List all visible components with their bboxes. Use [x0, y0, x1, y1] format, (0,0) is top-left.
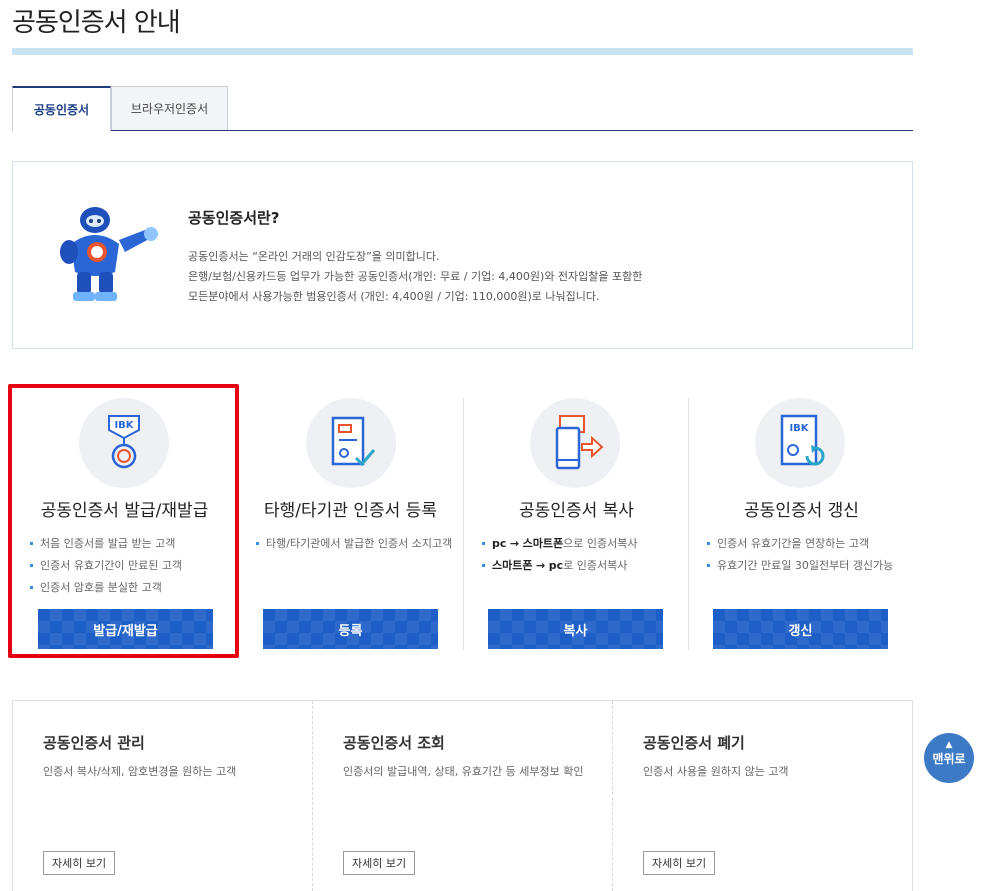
card-title: 타행/타기관 인증서 등록: [264, 501, 437, 521]
manage-detail-button[interactable]: 자세히 보기: [43, 851, 116, 875]
list-item: 인증서 유효기간이 만료된 고객: [30, 559, 230, 573]
service-desc: 인증서의 발급내역, 상태, 유효기간 등 세부정보 확인: [343, 765, 584, 778]
service-title: 공동인증서 조회: [343, 734, 445, 752]
service-inquiry: 공동인증서 조회 인증서의 발급내역, 상태, 유효기간 등 세부정보 확인 자…: [312, 701, 612, 891]
intro-title: 공동인증서란?: [188, 209, 280, 227]
service-title: 공동인증서 폐기: [643, 734, 745, 752]
card-list: pc → 스마트폰으로 인증서복사 스마트폰 → pc로 인증서복사: [482, 537, 682, 581]
inquiry-detail-button[interactable]: 자세히 보기: [343, 851, 416, 875]
card-list: 처음 인증서를 발급 받는 고객 인증서 유효기간이 만료된 고객 인증서 암호…: [30, 537, 230, 603]
intro-line: 공동인증서는 “온라인 거래의 인감도장”을 의미합니다.: [188, 250, 440, 263]
service-manage: 공동인증서 관리 인증서 복사/삭제, 암호변경을 원하는 고객 자세히 보기: [13, 701, 312, 891]
card-title: 공동인증서 갱신: [744, 501, 859, 521]
service-desc: 인증서 복사/삭제, 암호변경을 원하는 고객: [43, 765, 237, 778]
svg-text:IBK: IBK: [114, 420, 134, 431]
list-item: pc → 스마트폰으로 인증서복사: [482, 537, 682, 551]
list-item: 처음 인증서를 발급 받는 고객: [30, 537, 230, 551]
service-title: 공동인증서 관리: [43, 734, 145, 752]
revoke-detail-button[interactable]: 자세히 보기: [643, 851, 716, 875]
copy-button[interactable]: 복사: [488, 609, 663, 649]
card-title: 공동인증서 복사: [519, 501, 634, 521]
page-title: 공동인증서 안내: [12, 8, 181, 38]
register-button[interactable]: 등록: [263, 609, 438, 649]
certificate-check-icon: [306, 398, 396, 488]
list-item: 유효기간 만료일 30일전부터 갱신가능: [707, 559, 907, 573]
card-register: 타행/타기관 인증서 등록 타행/타기관에서 발급한 인증서 소지고객 등록: [238, 398, 463, 658]
service-desc: 인증서 사용을 원하지 않는 고객: [643, 765, 789, 778]
copy-to-phone-icon: [530, 398, 620, 488]
renew-button[interactable]: 갱신: [713, 609, 888, 649]
intro-line: 은행/보험/신용카드등 업무가 가능한 공동인증서(개인: 무료 / 기업: 4…: [188, 270, 643, 283]
medal-icon: IBK: [79, 398, 169, 488]
card-title: 공동인증서 발급/재발급: [40, 501, 209, 521]
mascot-robot-icon: [53, 202, 163, 307]
tab-bar: 공동인증서 브라우저인증서: [12, 86, 913, 131]
card-issue: IBK 공동인증서 발급/재발급 처음 인증서를 발급 받는 고객 인증서 유효…: [12, 398, 237, 658]
intro-box: 공동인증서란? 공동인증서는 “온라인 거래의 인감도장”을 의미합니다. 은행…: [12, 161, 913, 349]
renew-icon: IBK: [755, 398, 845, 488]
card-renew: IBK 공동인증서 갱신 인증서 유효기간을 연장하는 고객 유효기간 만료일 …: [689, 398, 914, 658]
arrow-up-icon: ▲: [945, 740, 953, 750]
card-copy: 공동인증서 복사 pc → 스마트폰으로 인증서복사 스마트폰 → pc로 인증…: [464, 398, 689, 658]
svg-text:IBK: IBK: [789, 423, 809, 434]
list-item: 인증서 암호를 분실한 고객: [30, 581, 230, 595]
title-underline: [12, 48, 913, 55]
issue-button[interactable]: 발급/재발급: [38, 609, 213, 649]
scroll-top-button[interactable]: ▲ 맨위로: [924, 733, 974, 783]
list-item: 인증서 유효기간을 연장하는 고객: [707, 537, 907, 551]
tab-joint-certificate[interactable]: 공동인증서: [12, 86, 111, 131]
intro-line: 모든분야에서 사용가능한 범용인증서 (개인: 4,400원 / 기업: 110…: [188, 290, 600, 303]
list-item: 스마트폰 → pc로 인증서복사: [482, 559, 682, 573]
tab-browser-certificate[interactable]: 브라우저인증서: [111, 86, 228, 130]
card-list: 타행/타기관에서 발급한 인증서 소지고객: [256, 537, 456, 559]
list-item: 타행/타기관에서 발급한 인증서 소지고객: [256, 537, 456, 551]
services-box: 공동인증서 관리 인증서 복사/삭제, 암호변경을 원하는 고객 자세히 보기 …: [12, 700, 913, 891]
card-list: 인증서 유효기간을 연장하는 고객 유효기간 만료일 30일전부터 갱신가능: [707, 537, 907, 581]
scroll-top-label: 맨위로: [932, 752, 966, 766]
service-revoke: 공동인증서 폐기 인증서 사용을 원하지 않는 고객 자세히 보기: [612, 701, 912, 891]
